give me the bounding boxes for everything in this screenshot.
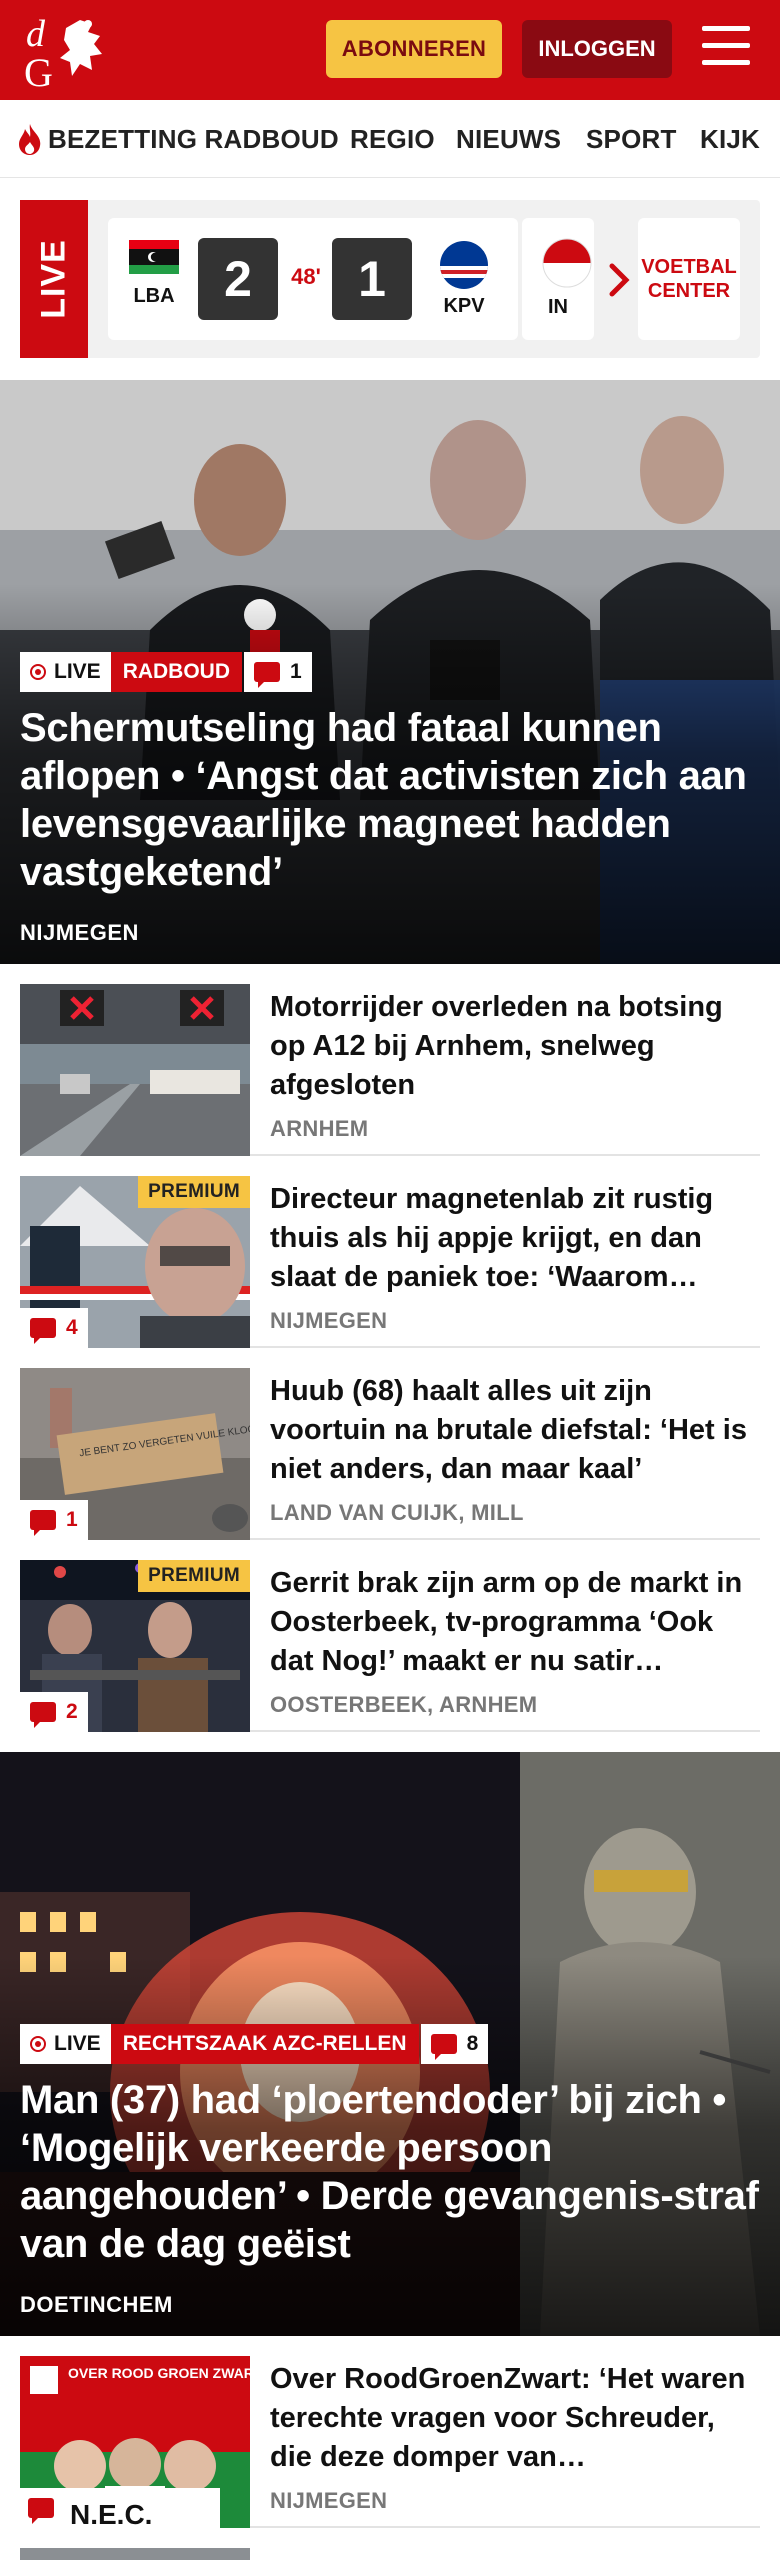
article-title[interactable]: Huub (68) haalt alles uit zijn voortuin …: [270, 1372, 760, 1489]
hero-title[interactable]: Man (37) had ‘ploertendoder’ bij zich • …: [20, 2076, 760, 2268]
category-badge[interactable]: RECHTSZAAK AZC-RELLEN: [110, 2024, 419, 2064]
comment-icon: [28, 2498, 54, 2524]
hero-title[interactable]: Schermutseling had fataal kunnen aflopen…: [20, 704, 760, 896]
article-thumbnail: OVER ROOD GROEN ZWART N.E.C.: [20, 2356, 250, 2528]
nav-item-sport[interactable]: SPORT: [586, 124, 677, 155]
thumb-letters: N.E.C.: [70, 2499, 152, 2528]
hero-tags: LIVE RECHTSZAAK AZC-RELLEN 8: [20, 2024, 489, 2064]
away-score: 1: [332, 238, 412, 320]
cape-verde-flag-icon: [440, 241, 488, 289]
comment-count[interactable]: 8: [420, 2024, 489, 2064]
live-scores-strip: LIVE LBA 2 48' 1 KPV IN VOETBAL CENTER: [20, 200, 760, 358]
premium-badge: PREMIUM: [138, 1560, 250, 1592]
article-thumbnail: PREMIUM 4: [20, 1176, 250, 1348]
nav-item-bezetting-radboud[interactable]: BEZETTING RADBOUD: [48, 124, 339, 155]
hero-location: NIJMEGEN: [20, 920, 139, 945]
list-item[interactable]: PREMIUM 2 Gerrit brak zijn arm op de mar…: [20, 1560, 760, 1732]
thumb-label: OVER ROOD GROEN ZWART: [68, 2365, 250, 2381]
hero-tags: LIVE RADBOUD 1: [20, 652, 312, 692]
article-thumbnail: PREMIUM 2: [20, 1560, 250, 1732]
article-location: ARNHEM: [270, 1116, 369, 1141]
article-location: NIJMEGEN: [270, 2488, 388, 2513]
article-location: OOSTERBEEK, ARNHEM: [270, 1692, 538, 1717]
subscribe-button[interactable]: ABONNEREN: [326, 20, 502, 78]
svg-text:d: d: [26, 13, 46, 55]
login-button[interactable]: INLOGGEN: [522, 20, 672, 78]
live-dot-icon: [30, 2036, 46, 2052]
article-thumbnail: JE BENT ZO VERGETEN VUILE KLOOTZAK 1: [20, 1368, 250, 1540]
comment-count[interactable]: [20, 2488, 62, 2528]
site-header: d G ABONNEREN INLOGGEN: [0, 0, 780, 100]
menu-icon[interactable]: [702, 26, 750, 70]
comment-count[interactable]: 2: [20, 1692, 88, 1732]
comment-count[interactable]: 1: [244, 652, 312, 692]
match-card[interactable]: LBA 2 48' 1 KPV: [108, 218, 518, 340]
comment-icon: [30, 1318, 56, 1344]
comment-icon: [30, 1510, 56, 1536]
comment-icon: [254, 662, 281, 688]
next-team-code: IN: [548, 296, 568, 318]
list-item[interactable]: Motorrijder overleden na botsing op A12 …: [20, 984, 760, 1156]
live-badge: LIVE: [20, 2024, 111, 2064]
libya-flag-icon: [129, 240, 179, 274]
nav-item-kijk[interactable]: KIJK: [700, 124, 760, 155]
nav-item-regio[interactable]: REGIO: [350, 124, 435, 155]
list-item[interactable]: OVER ROOD GROEN ZWART N.E.C. Over RoodGr…: [20, 2356, 760, 2528]
article-location: NIJMEGEN: [270, 1308, 388, 1333]
flag-icon: [542, 238, 592, 288]
live-label: LIVE: [20, 200, 88, 358]
next-match-card[interactable]: IN: [522, 218, 594, 340]
nav-item-nieuws[interactable]: NIEUWS: [456, 124, 561, 155]
article-location: LAND VAN CUIJK, MILL: [270, 1500, 524, 1525]
home-team: LBA: [124, 240, 184, 308]
hero-location: DOETINCHEM: [20, 2292, 173, 2317]
flame-icon: [19, 124, 41, 155]
home-team-code: LBA: [133, 285, 175, 307]
live-dot-icon: [30, 664, 46, 680]
svg-text:G: G: [24, 50, 53, 90]
article-title[interactable]: Motorrijder overleden na botsing op A12 …: [270, 988, 760, 1105]
live-badge: LIVE: [20, 652, 111, 692]
comment-count[interactable]: 4: [20, 1308, 88, 1348]
main-nav: BEZETTING RADBOUD REGIO NIEUWS SPORT KIJ…: [0, 100, 780, 178]
match-minute: 48': [291, 264, 321, 289]
away-team: KPV: [434, 240, 494, 318]
home-score: 2: [198, 238, 278, 320]
away-team-code: KPV: [443, 295, 485, 317]
article-thumbnail: [20, 984, 250, 1156]
comment-icon: [430, 2034, 457, 2060]
voetbal-center-button[interactable]: VOETBAL CENTER: [638, 218, 740, 340]
dg-logo[interactable]: d G: [22, 10, 114, 90]
premium-badge: PREMIUM: [138, 1176, 250, 1208]
hero-article[interactable]: LIVE RADBOUD 1 Schermutseling had fataal…: [0, 380, 780, 964]
comment-icon: [30, 1702, 56, 1728]
hero-article[interactable]: LIVE RECHTSZAAK AZC-RELLEN 8 Man (37) ha…: [0, 1752, 780, 2336]
next-article-thumbnail: [20, 2548, 250, 2560]
article-title[interactable]: Directeur magnetenlab zit rustig thuis a…: [270, 1180, 760, 1297]
article-title[interactable]: Gerrit brak zijn arm op de markt in Oost…: [270, 1564, 760, 1681]
comment-count[interactable]: 1: [20, 1500, 88, 1540]
category-badge[interactable]: RADBOUD: [110, 652, 243, 692]
list-item[interactable]: PREMIUM 4 Directeur magnetenlab zit rust…: [20, 1176, 760, 1348]
article-title[interactable]: Over RoodGroenZwart: ‘Het waren terechte…: [270, 2360, 760, 2477]
list-item[interactable]: JE BENT ZO VERGETEN VUILE KLOOTZAK 1 Huu…: [20, 1368, 760, 1540]
